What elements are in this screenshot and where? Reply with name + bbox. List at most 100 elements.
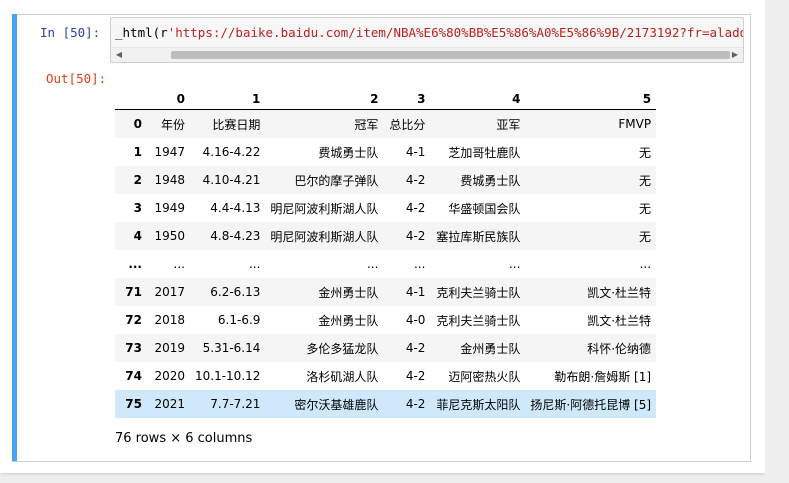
row-index: 74 bbox=[125, 369, 142, 383]
dataframe-table: 0 1 2 3 4 5 0 年份 比赛日期 冠军 总比分 亚军 FMVP 1 1… bbox=[115, 84, 657, 418]
triangle-right-icon[interactable]: ▶ bbox=[730, 50, 740, 60]
table-cell: 6.1-6.9 bbox=[217, 313, 261, 327]
row-index: 1 bbox=[133, 145, 142, 159]
table-cell: 冠军 bbox=[354, 117, 379, 132]
row-index: 2 bbox=[133, 173, 142, 187]
horizontal-scrollbar[interactable]: ◀ ▶ bbox=[111, 47, 743, 62]
table-cell: 费城勇士队 bbox=[318, 145, 379, 160]
table-row-highlighted[interactable]: 75 2021 7.7-7.21 密尔沃基雄鹿队 4-2 菲尼克斯太阳队 扬尼斯… bbox=[115, 390, 657, 418]
row-index: 0 bbox=[133, 117, 142, 131]
table-cell: 年份 bbox=[160, 117, 185, 132]
table-cell: 洛杉矶湖人队 bbox=[306, 369, 379, 384]
triangle-left-icon[interactable]: ◀ bbox=[114, 50, 124, 60]
table-cell: 4-2 bbox=[405, 397, 426, 411]
header-cell-1: 1 bbox=[190, 84, 266, 110]
table-cell: 克利夫兰骑士队 bbox=[436, 285, 521, 300]
table-cell: 华盛顿国会队 bbox=[448, 201, 521, 216]
table-row: 73 2019 5.31-6.14 多伦多猛龙队 4-2 金州勇士队 科怀·伦纳… bbox=[115, 334, 657, 362]
table-cell: ... bbox=[366, 257, 379, 271]
table-cell: 费城勇士队 bbox=[460, 173, 521, 188]
table-cell: 勒布朗·詹姆斯 [1] bbox=[554, 369, 652, 384]
table-cell: ... bbox=[413, 257, 426, 271]
table-cell: 迈阿密热火队 bbox=[448, 369, 521, 384]
table-cell: 明尼阿波利斯湖人队 bbox=[270, 201, 379, 216]
table-cell: 6.2-6.13 bbox=[210, 285, 261, 299]
table-cell: 塞拉库斯民族队 bbox=[436, 229, 521, 244]
row-index: 75 bbox=[125, 397, 142, 411]
table-cell: 4-2 bbox=[405, 341, 426, 355]
table-cell: 4-2 bbox=[405, 201, 426, 215]
table-row: 71 2017 6.2-6.13 金州勇士队 4-1 克利夫兰骑士队 凯文·杜兰… bbox=[115, 278, 657, 306]
code-input-area[interactable]: _html(r'https://baike.baidu.com/item/NBA… bbox=[110, 17, 744, 63]
table-cell: 5.31-6.14 bbox=[202, 341, 261, 355]
table-row: 74 2020 10.1-10.12 洛杉矶湖人队 4-2 迈阿密热火队 勒布朗… bbox=[115, 362, 656, 390]
table-cell: 多伦多猛龙队 bbox=[306, 341, 379, 356]
row-index: 72 bbox=[125, 313, 142, 327]
table-cell: 芝加哥牡鹿队 bbox=[448, 145, 521, 160]
table-cell: 4-1 bbox=[405, 285, 426, 299]
table-cell: 1948 bbox=[154, 173, 185, 187]
cell-selection-bar bbox=[12, 14, 17, 461]
table-cell: 4-1 bbox=[405, 145, 426, 159]
table-cell: 总比分 bbox=[389, 117, 426, 132]
table-cell: 2019 bbox=[154, 341, 185, 355]
table-cell: 亚军 bbox=[496, 117, 521, 132]
table-cell: 4.16-4.22 bbox=[202, 145, 261, 159]
table-cell: 2017 bbox=[154, 285, 185, 299]
table-cell: ... bbox=[639, 257, 652, 271]
table-cell: 无 bbox=[639, 229, 652, 244]
table-cell: 无 bbox=[639, 201, 652, 216]
table-cell: 科怀·伦纳德 bbox=[587, 341, 652, 356]
table-cell: 4-0 bbox=[405, 313, 426, 327]
output-prompt: Out[50]: bbox=[46, 71, 107, 86]
header-cell-3: 3 bbox=[383, 84, 431, 110]
header-cell-index bbox=[115, 84, 147, 110]
table-row: 72 2018 6.1-6.9 金州勇士队 4-0 克利夫兰骑士队 凯文·杜兰特 bbox=[115, 306, 656, 334]
table-cell: 10.1-10.12 bbox=[195, 369, 261, 383]
table-cell: 4-2 bbox=[405, 229, 426, 243]
header-cell-5: 5 bbox=[525, 84, 657, 110]
code-url-string: 'https://baike.baidu.com/item/NBA%E6%80%… bbox=[167, 25, 744, 40]
table-cell: 密尔沃基雄鹿队 bbox=[294, 397, 379, 412]
table-cell: 7.7-7.21 bbox=[210, 397, 261, 411]
table-header: 0 1 2 3 4 5 bbox=[115, 84, 657, 110]
table-cell: FMVP bbox=[618, 117, 652, 131]
table-cell: 无 bbox=[639, 173, 652, 188]
row-index: 4 bbox=[133, 229, 142, 243]
table-row: 4 1950 4.8-4.23 明尼阿波利斯湖人队 4-2 塞拉库斯民族队 无 bbox=[115, 222, 657, 250]
table-cell: 克利夫兰骑士队 bbox=[436, 313, 521, 328]
table-cell: 凯文·杜兰特 bbox=[587, 313, 652, 328]
table-cell: 1947 bbox=[154, 145, 185, 159]
table-cell: 金州勇士队 bbox=[460, 341, 521, 356]
notebook-page: In [50]: _html(r'https://baike.baidu.com… bbox=[0, 0, 765, 473]
table-cell: 2018 bbox=[154, 313, 185, 327]
row-index: 3 bbox=[133, 201, 142, 215]
table-row-ellipsis: ... ... ... ... ... ... ... bbox=[115, 250, 656, 278]
table-cell: 1949 bbox=[154, 201, 185, 215]
header-cell-0: 0 bbox=[147, 84, 190, 110]
table-cell: 菲尼克斯太阳队 bbox=[436, 397, 521, 412]
header-cell-2: 2 bbox=[265, 84, 384, 110]
table-cell: 4.8-4.23 bbox=[210, 229, 261, 243]
table-cell: ... bbox=[248, 257, 261, 271]
table-body: 0 年份 比赛日期 冠军 总比分 亚军 FMVP 1 1947 4.16-4.2… bbox=[115, 109, 657, 418]
table-cell: 1950 bbox=[154, 229, 185, 243]
table-cell: 金州勇士队 bbox=[318, 313, 379, 328]
input-prompt: In [50]: bbox=[40, 25, 101, 40]
table-cell: ... bbox=[508, 257, 521, 271]
table-cell: 扬尼斯·阿德托昆博 [5] bbox=[530, 397, 652, 412]
table-cell: 2020 bbox=[154, 369, 185, 383]
table-cell: 4.4-4.13 bbox=[210, 201, 261, 215]
row-index: 73 bbox=[125, 341, 142, 355]
table-cell: 4-2 bbox=[405, 173, 426, 187]
table-cell: 4.10-4.21 bbox=[202, 173, 261, 187]
table-cell: 凯文·杜兰特 bbox=[587, 285, 652, 300]
table-cell: 比赛日期 bbox=[212, 117, 261, 132]
page-gutter bbox=[765, 0, 789, 483]
table-row: 2 1948 4.10-4.21 巴尔的摩子弹队 4-2 费城勇士队 无 bbox=[115, 166, 657, 194]
header-cell-4: 4 bbox=[430, 84, 526, 110]
code-line[interactable]: _html(r'https://baike.baidu.com/item/NBA… bbox=[115, 25, 744, 40]
scrollbar-thumb[interactable] bbox=[171, 51, 730, 59]
table-cell: 巴尔的摩子弹队 bbox=[294, 173, 379, 188]
table-row: 1 1947 4.16-4.22 费城勇士队 4-1 芝加哥牡鹿队 无 bbox=[115, 138, 656, 166]
